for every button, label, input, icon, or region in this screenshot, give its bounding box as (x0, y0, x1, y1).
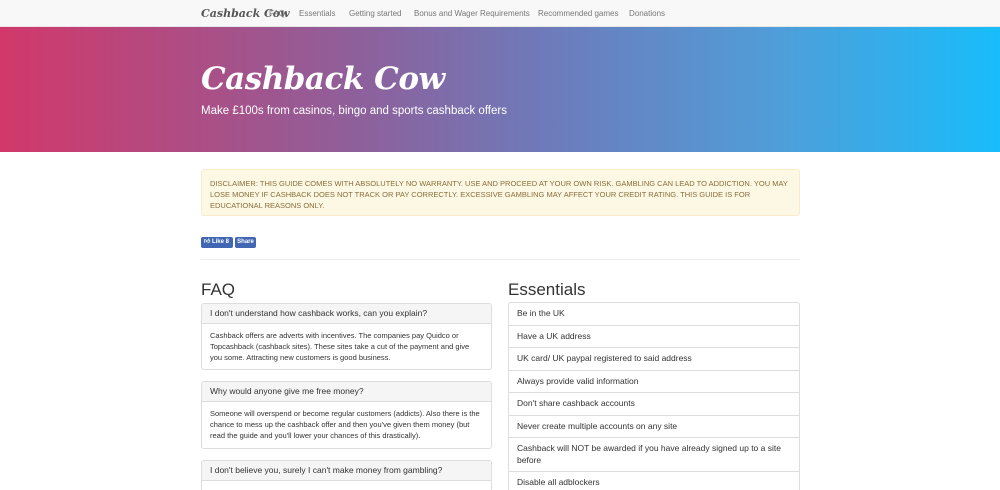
nav-link-getting-started[interactable]: Getting started (349, 9, 401, 18)
hero-subtitle: Make £100s from casinos, bingo and sport… (201, 105, 507, 117)
nav-link-faq[interactable]: FAQ (269, 9, 285, 18)
faq-panel: I don't believe you, surely I can't make… (201, 460, 492, 490)
list-item: Never create multiple accounts on any si… (508, 414, 800, 438)
top-navbar: Cashback Cow FAQ Essentials Getting star… (0, 0, 1000, 27)
section-divider (201, 259, 800, 260)
facebook-share-button[interactable]: Share (235, 237, 256, 248)
facebook-like-button[interactable]: 👍︎ Like 8 (201, 237, 233, 248)
list-item: Always provide valid information (508, 369, 800, 393)
list-item: Cashback will NOT be awarded if you have… (508, 437, 800, 472)
faq-answer: Cashback offers are adverts with incenti… (210, 331, 470, 362)
faq-question[interactable]: Why would anyone give me free money? (202, 382, 491, 402)
like-label: Like 8 (211, 239, 229, 245)
nav-link-bonus-wager[interactable]: Bonus and Wager Requirements (414, 9, 530, 18)
faq-answer (202, 481, 491, 490)
faq-panel: Why would anyone give me free money? Som… (201, 381, 492, 449)
list-item: Disable all adblockers (508, 471, 800, 490)
list-item: UK card/ UK paypal registered to said ad… (508, 347, 800, 371)
nav-link-recommended-games[interactable]: Recommended games (538, 9, 618, 18)
essentials-heading: Essentials (508, 280, 586, 299)
hero-banner: Cashback Cow Make £100s from casinos, bi… (0, 27, 1000, 152)
faq-question[interactable]: I don't understand how cashback works, c… (202, 304, 491, 324)
hero-title: Cashback Cow (201, 61, 445, 97)
faq-heading: FAQ (201, 280, 236, 299)
faq-question[interactable]: I don't believe you, surely I can't make… (202, 461, 491, 481)
disclaimer-alert: DISCLAIMER: THIS GUIDE COMES WITH ABSOLU… (201, 169, 800, 216)
faq-answer: Someone will overspend or become regular… (210, 409, 480, 440)
list-item: Be in the UK (508, 302, 800, 326)
nav-link-essentials[interactable]: Essentials (299, 9, 335, 18)
faq-panel: I don't understand how cashback works, c… (201, 303, 492, 370)
list-item: Have a UK address (508, 324, 800, 348)
list-item: Don't share cashback accounts (508, 392, 800, 416)
thumbs-up-icon: 👍︎ (204, 239, 211, 245)
essentials-list: Be in the UK Have a UK address UK card/ … (508, 302, 800, 490)
nav-link-donations[interactable]: Donations (629, 9, 665, 18)
